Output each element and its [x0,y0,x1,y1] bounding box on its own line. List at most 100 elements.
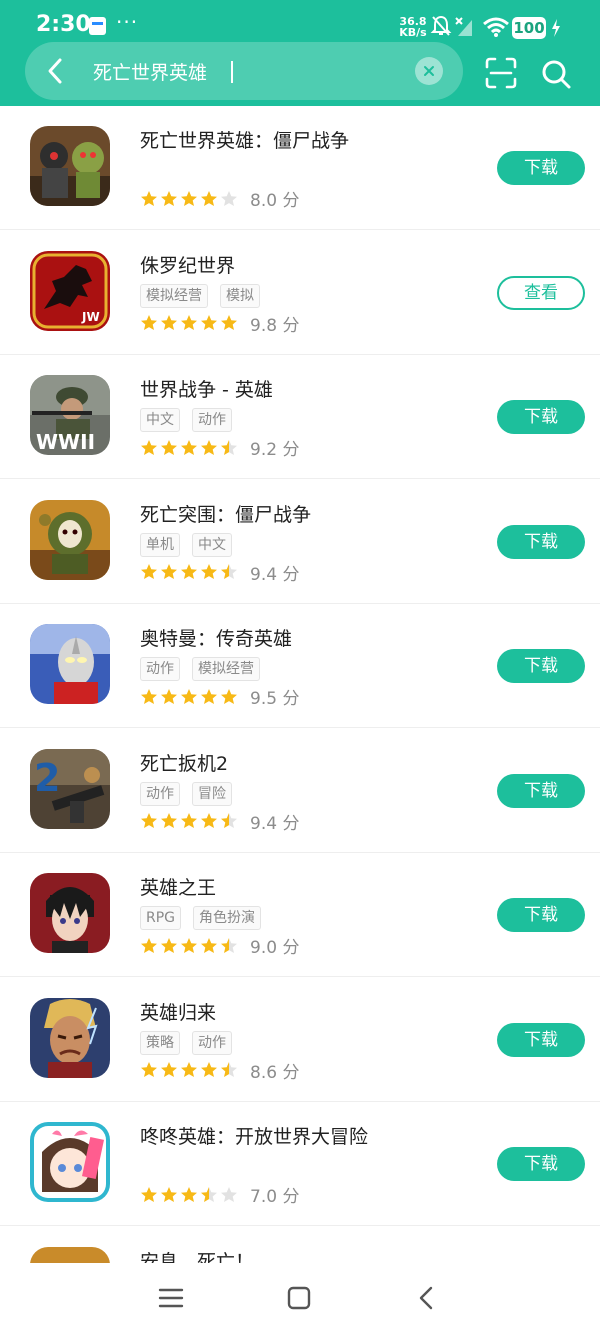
anime-girl-icon[interactable] [30,1122,110,1202]
download-button[interactable]: 下载 [497,400,585,434]
app-tag: 模拟经营 [140,283,208,308]
search-icon[interactable] [538,56,574,92]
app-list-item[interactable]: WWII 世界战争 - 英雄 中文 动作 9.2 分 下载 [0,355,600,479]
download-button[interactable]: 下载 [497,151,585,185]
system-navigation-bar [0,1263,600,1333]
home-icon[interactable] [284,1283,314,1313]
star-icon [141,439,157,455]
download-button[interactable]: 下载 [497,524,585,559]
app-tag: 动作 [140,657,180,681]
app-name[interactable]: 咚咚英雄：开放世界大冒险 [140,1122,368,1149]
star-rating [140,812,240,830]
close-icon [424,66,434,76]
star-icon [181,439,197,455]
scan-icon[interactable] [484,56,518,90]
app-tag: 策略 [140,1030,180,1055]
star-icon [201,813,217,828]
app-list-item[interactable]: JW 侏罗纪世界 模拟经营 模拟 9.8 分 查看 [0,231,600,355]
thunder-god-icon[interactable] [30,997,110,1078]
menu-icon[interactable] [156,1283,186,1313]
app-list-item[interactable]: 死亡世界英雄：僵尸战争 8.0 分 下载 [0,106,600,230]
star-rating [140,563,240,581]
star-icon [181,937,197,953]
app-score: 9.0 分 [250,938,300,958]
app-list-item[interactable]: 英雄之王 RPG 角色扮演 9.0 分 下载 [0,853,600,977]
message-notification-icon [89,17,106,35]
star-icon [181,190,197,206]
search-results-list: 死亡世界英雄：僵尸战争 8.0 分下载 JW 侏罗纪世界 模拟经营 模拟 9.8 分查看 WW… [0,106,600,1263]
app-name[interactable]: 死亡突围：僵尸战争 [140,500,311,527]
star-rating [140,439,240,457]
star-icon [221,315,237,330]
app-list-item[interactable]: 咚咚英雄：开放世界大冒险 7.0 分 下载 [0,1102,600,1226]
status-time: 2:30 [36,12,91,37]
app-score: 9.4 分 [250,564,300,585]
ultraman-icon[interactable] [30,624,110,704]
back-arrow-icon[interactable] [39,54,73,88]
app-list-item[interactable]: 奥特曼：传奇英雄 动作 模拟经营 9.5 分 下载 [0,604,600,728]
charging-icon [552,19,560,37]
star-icon [201,564,217,579]
app-rating: 8.0 分 [140,186,299,211]
app-tag: RPG [140,906,182,930]
grim-reaper-icon[interactable] [30,1246,110,1263]
jurassic-world-icon[interactable]: JW [30,250,110,331]
wwii-soldier-icon[interactable]: WWII [30,375,110,455]
app-name[interactable]: 侏罗纪世界 [140,251,235,278]
star-icon [141,1062,157,1077]
star-icon [181,813,197,828]
star-icon [221,937,237,953]
app-score: 7.0 分 [250,1187,300,1207]
star-icon [221,190,237,206]
text-cursor [231,61,233,83]
search-input[interactable] [93,54,393,88]
view-button[interactable]: 查看 [497,275,585,310]
app-rating: 8.6 分 [140,1058,299,1083]
dead-trigger-icon[interactable]: 2 [30,748,110,829]
download-button[interactable]: 下载 [497,649,585,683]
app-name[interactable]: 安息，死亡！ [140,1247,254,1264]
app-score: 9.5 分 [250,689,300,709]
app-list-item[interactable]: 安息，死亡！ [0,1227,600,1264]
download-button[interactable]: 下载 [497,1022,585,1057]
star-icon [181,564,197,579]
zombie-soldier-icon[interactable] [30,126,110,206]
app-rating: 9.8 分 [140,311,300,336]
back-icon[interactable] [412,1283,442,1313]
star-icon [161,190,177,206]
app-tag: 动作 [192,1030,232,1055]
star-icon [181,1062,197,1077]
app-name[interactable]: 英雄之王 [140,873,216,900]
star-icon [221,688,237,704]
app-tags: 动作 冒险 [140,781,244,806]
app-rating: 9.4 分 [140,560,300,585]
app-tag: 中文 [140,408,180,432]
app-name[interactable]: 死亡扳机2 [140,749,228,776]
app-list-item[interactable]: 英雄归来策略 动作 8.6 分 下载 [0,978,600,1102]
zombie-hockey-mask-icon[interactable] [30,499,110,580]
app-tags: RPG 角色扮演 [140,906,273,930]
clear-search-button[interactable] [415,57,443,85]
app-name[interactable]: 奥特曼：传奇英雄 [140,624,292,651]
app-name[interactable]: 死亡世界英雄：僵尸战争 [140,126,349,153]
download-button[interactable]: 下载 [497,1147,585,1181]
star-icon [181,1186,197,1202]
star-icon [221,1062,237,1077]
star-rating [140,688,240,706]
star-icon [141,1186,157,1202]
anime-hero-icon[interactable] [30,873,110,953]
star-icon [161,564,177,579]
app-tags: 动作 模拟经营 [140,657,272,681]
app-list-item[interactable]: 2 死亡扳机2 动作 冒险 9.4 分 下载 [0,729,600,853]
download-button[interactable]: 下载 [497,898,585,932]
app-tag: 模拟经营 [192,657,260,681]
app-tags: 单机 中文 [140,532,244,557]
star-icon [141,688,157,704]
star-icon [201,688,217,704]
star-icon [141,190,157,206]
app-name[interactable]: 世界战争 - 英雄 [140,375,273,402]
app-name[interactable]: 英雄归来 [140,998,216,1025]
app-list-item[interactable]: 死亡突围：僵尸战争 单机 中文 9.4 分 下载 [0,480,600,604]
app-score: 9.8 分 [250,315,300,336]
download-button[interactable]: 下载 [497,773,585,808]
